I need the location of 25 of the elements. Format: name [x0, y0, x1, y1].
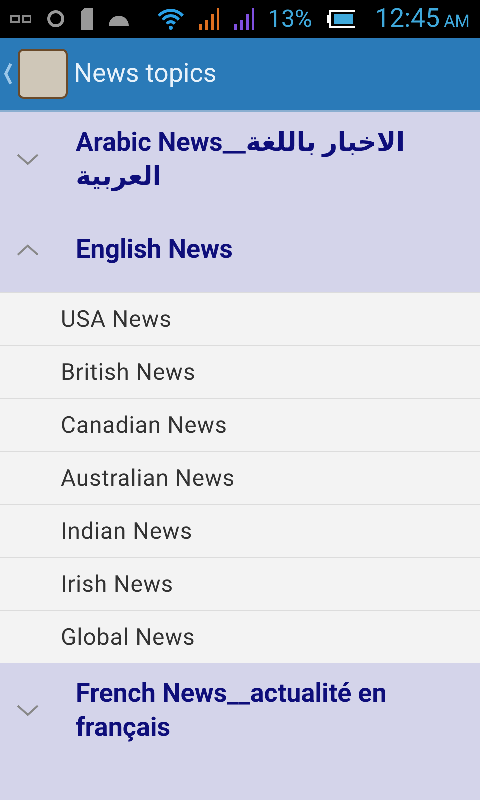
wifi-icon [156, 8, 184, 30]
topic-item[interactable]: Australian News [0, 451, 480, 504]
topic-item[interactable]: Irish News [0, 557, 480, 610]
battery-icon [326, 10, 356, 28]
group-header[interactable]: Arabic News__الاخبار باللغة العربية [0, 112, 480, 206]
app-logo-icon [18, 49, 68, 99]
group-header[interactable]: English News [0, 206, 480, 292]
glasses-icon [10, 14, 32, 24]
clock-time: 12:45 [375, 4, 440, 34]
topic-item[interactable]: Indian News [0, 504, 480, 557]
clock-am-pm: AM [444, 12, 470, 32]
chevron-up-icon [17, 244, 39, 256]
signal-icon [198, 8, 219, 30]
topic-item[interactable]: British News [0, 345, 480, 398]
back-icon[interactable] [4, 63, 12, 85]
sd-card-icon [80, 8, 94, 30]
signal-icon [232, 8, 254, 30]
topic-item[interactable]: USA News [0, 292, 480, 345]
chevron-down-icon [17, 154, 39, 166]
group-header[interactable]: French News__actualité en français [0, 663, 480, 757]
topic-item[interactable]: Canadian News [0, 398, 480, 451]
app-title: News topics [74, 59, 217, 89]
battery-percent: 13% [268, 5, 313, 33]
topic-item[interactable]: Global News [0, 610, 480, 663]
chevron-down-icon [17, 705, 39, 717]
